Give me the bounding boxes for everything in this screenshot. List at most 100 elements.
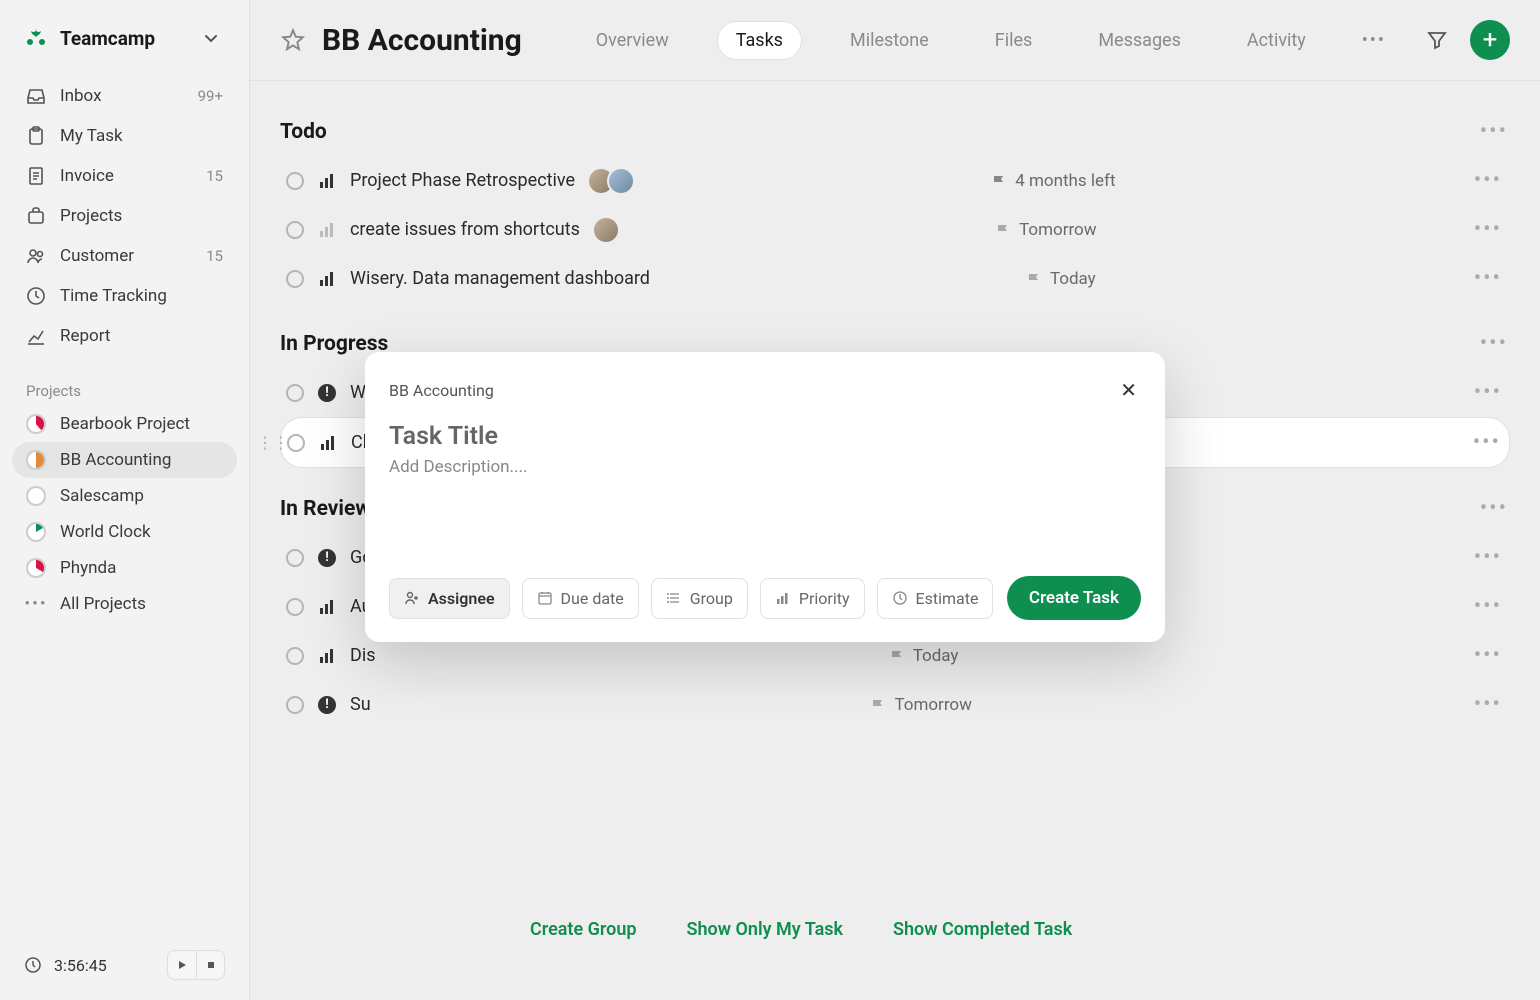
nav-inbox[interactable]: Inbox 99+ (12, 76, 237, 116)
show-my-task-link[interactable]: Show Only My Task (687, 919, 844, 940)
drag-handle-icon[interactable]: ⋮⋮ (257, 433, 289, 452)
nav-customer[interactable]: Customer 15 (12, 236, 237, 276)
stop-button[interactable] (196, 951, 224, 979)
create-task-button[interactable]: Create Task (1007, 576, 1141, 620)
create-group-link[interactable]: Create Group (530, 919, 637, 940)
brand-row: Teamcamp (0, 0, 249, 68)
group-title: In Review (280, 497, 371, 521)
group-header: Todo ••• (280, 101, 1510, 156)
priority-icon (318, 598, 336, 616)
check-circle[interactable] (286, 270, 304, 288)
modal-header: BB Accounting ✕ (389, 374, 1141, 406)
tab-overview[interactable]: Overview (578, 22, 687, 59)
tab-milestone[interactable]: Milestone (832, 22, 947, 59)
project-label: All Projects (60, 594, 146, 614)
project-item-phynda[interactable]: Phynda (12, 550, 237, 586)
brand[interactable]: Teamcamp (24, 26, 155, 50)
nav-timetracking[interactable]: Time Tracking (12, 276, 237, 316)
task-row[interactable]: Wisery. Data management dashboard Today … (280, 254, 1510, 303)
priority-icon (318, 221, 336, 239)
flag-icon (1026, 271, 1042, 287)
task-menu-button[interactable]: ••• (1472, 215, 1504, 244)
task-row[interactable]: ! Su Tomorrow ••• (280, 680, 1510, 729)
group-chip[interactable]: Group (651, 578, 748, 619)
task-menu-button[interactable]: ••• (1472, 543, 1504, 572)
check-circle[interactable] (286, 172, 304, 190)
due-text: Tomorrow (894, 695, 971, 715)
due-label: Today (889, 646, 959, 666)
report-icon (26, 326, 46, 346)
project-item-worldclock[interactable]: World Clock (12, 514, 237, 550)
assignee-chip[interactable]: Assignee (389, 578, 510, 619)
task-row[interactable]: create issues from shortcuts Tomorrow ••… (280, 205, 1510, 254)
workspace-menu-button[interactable] (197, 24, 225, 52)
check-circle[interactable] (286, 598, 304, 616)
play-button[interactable] (168, 951, 196, 979)
priority-chip[interactable]: Priority (760, 578, 865, 619)
flag-icon (991, 173, 1007, 189)
tab-more[interactable]: ••• (1354, 22, 1394, 59)
project-label: Salescamp (60, 486, 144, 506)
show-completed-link[interactable]: Show Completed Task (893, 919, 1072, 940)
tab-tasks[interactable]: Tasks (717, 21, 802, 60)
group-menu-button[interactable]: ••• (1478, 329, 1510, 358)
due-label: Today (1026, 269, 1096, 289)
project-label: Phynda (60, 558, 116, 578)
check-circle[interactable] (286, 549, 304, 567)
group-title: In Progress (280, 332, 388, 356)
nav-report[interactable]: Report (12, 316, 237, 356)
duedate-chip[interactable]: Due date (522, 578, 639, 619)
task-menu-button[interactable]: ••• (1472, 264, 1504, 293)
app-name: Teamcamp (60, 27, 155, 50)
task-menu-button[interactable]: ••• (1472, 592, 1504, 621)
avatar[interactable] (592, 216, 620, 244)
task-menu-button[interactable]: ••• (1472, 378, 1504, 407)
nav-label: My Task (60, 126, 123, 146)
modal-footer: Assignee Due date Group Priority Estimat… (389, 576, 1141, 620)
project-dot-icon (26, 414, 46, 434)
project-item-bearbook[interactable]: Bearbook Project (12, 406, 237, 442)
filter-icon[interactable] (1426, 29, 1448, 51)
task-menu-button[interactable]: ••• (1472, 690, 1504, 719)
project-label: World Clock (60, 522, 151, 542)
check-circle[interactable] (286, 647, 304, 665)
check-circle[interactable] (286, 696, 304, 714)
check-circle[interactable] (286, 221, 304, 239)
avatar[interactable] (607, 167, 635, 195)
nav-invoice[interactable]: Invoice 15 (12, 156, 237, 196)
nav-mytask[interactable]: My Task (12, 116, 237, 156)
estimate-chip[interactable]: Estimate (877, 578, 994, 619)
task-menu-button[interactable]: ••• (1472, 166, 1504, 195)
due-text: Tomorrow (1019, 220, 1096, 240)
star-icon[interactable] (280, 27, 306, 53)
task-row[interactable]: Project Phase Retrospective 4 months lef… (280, 156, 1510, 205)
add-button[interactable]: + (1470, 20, 1510, 60)
task-menu-button[interactable]: ••• (1472, 641, 1504, 670)
project-item-all[interactable]: ••• All Projects (12, 586, 237, 622)
group-menu-button[interactable]: ••• (1478, 117, 1510, 146)
avatars (595, 167, 635, 195)
flag-icon (889, 648, 905, 664)
tab-activity[interactable]: Activity (1229, 22, 1324, 59)
logo-icon (24, 26, 48, 50)
more-icon: ••• (1362, 30, 1386, 51)
check-circle[interactable] (287, 434, 305, 452)
tab-messages[interactable]: Messages (1080, 22, 1199, 59)
alert-icon: ! (318, 384, 336, 402)
task-title: Wisery. Data management dashboard (350, 268, 650, 289)
check-circle[interactable] (286, 384, 304, 402)
task-description-input[interactable]: Add Description.... (389, 457, 1141, 477)
chip-label: Priority (799, 589, 850, 608)
project-item-salescamp[interactable]: Salescamp (12, 478, 237, 514)
badge-count: 15 (206, 247, 223, 265)
nav-projects[interactable]: Projects (12, 196, 237, 236)
invoice-icon (26, 166, 46, 186)
task-title-input[interactable]: Task Title (389, 422, 1141, 451)
tab-files[interactable]: Files (977, 22, 1051, 59)
group-menu-button[interactable]: ••• (1478, 494, 1510, 523)
project-item-bbaccounting[interactable]: BB Accounting (12, 442, 237, 478)
close-button[interactable]: ✕ (1116, 374, 1141, 406)
task-menu-button[interactable]: ••• (1471, 428, 1503, 457)
avatars (600, 216, 620, 244)
nav-label: Time Tracking (60, 286, 167, 306)
